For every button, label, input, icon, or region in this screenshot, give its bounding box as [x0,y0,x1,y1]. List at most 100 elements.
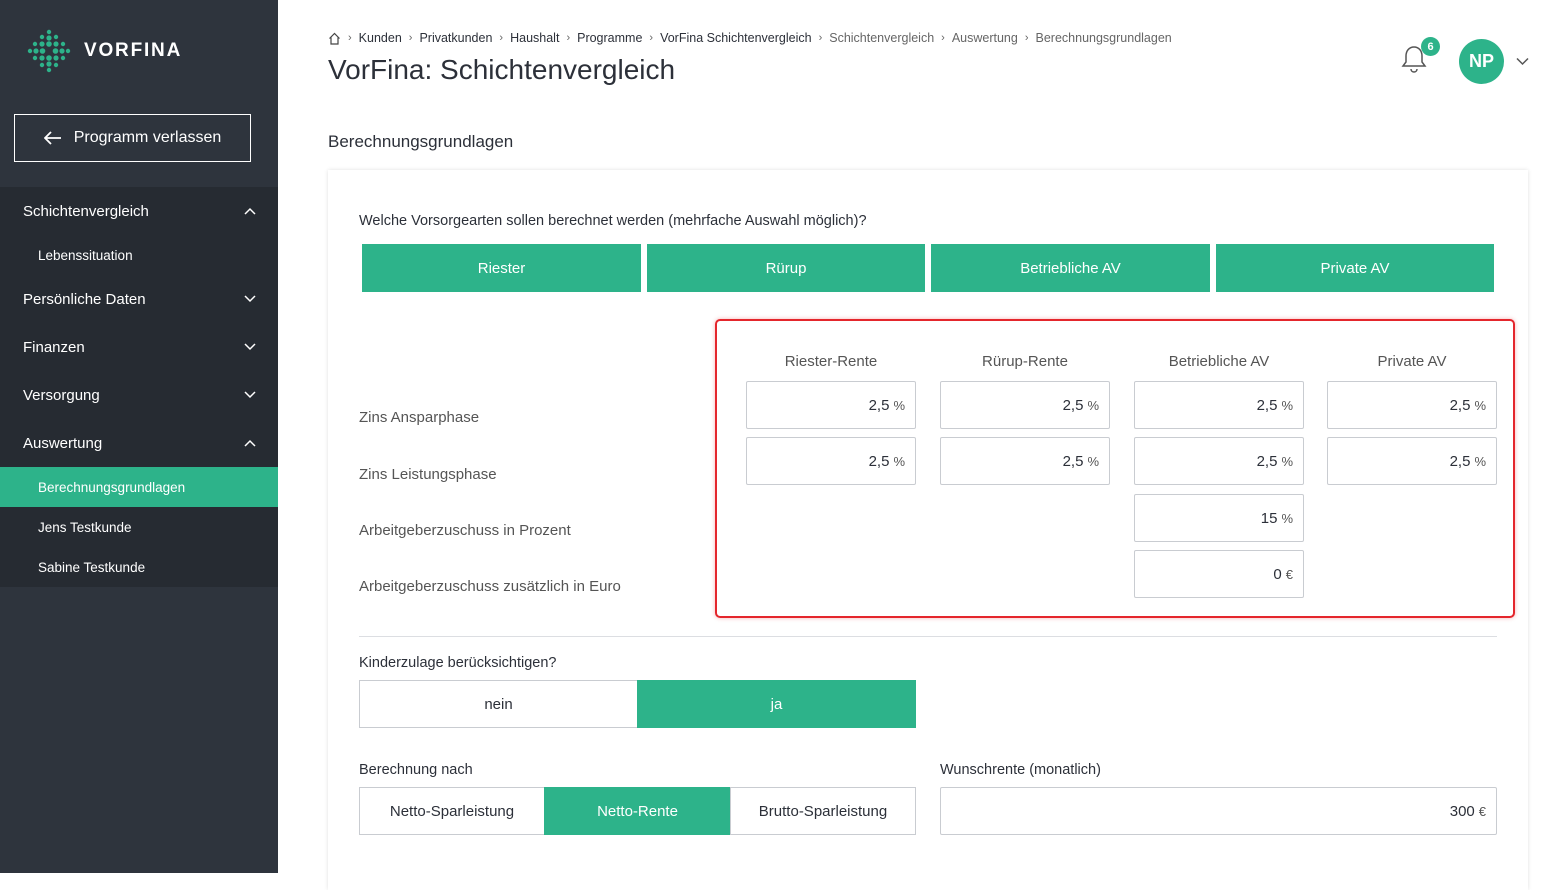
type-button-riester[interactable]: Riester [362,244,641,292]
sidebar: VORFINA Programm verlassen Schichtenverg… [0,0,278,873]
chevron-up-icon [244,207,256,215]
breadcrumb-item[interactable]: Programme [577,31,642,45]
page-title: VorFina: Schichtenvergleich [328,54,676,85]
zins-anspar-bav-input[interactable]: 2,5% [1134,381,1304,429]
chevron-down-icon[interactable] [1516,57,1529,66]
zins-anspar-private-input[interactable]: 2,5% [1327,381,1497,429]
breadcrumb-item-current: Berechnungsgrundlagen [1035,31,1172,45]
type-button-ruerup[interactable]: Rürup [647,244,925,292]
kinderzulage-option-ja[interactable]: ja [637,680,916,728]
field-unit: % [893,453,905,469]
field-value: 2,5 [1062,452,1084,470]
breadcrumb-item[interactable]: Privatkunden [419,31,492,45]
sidebar-item-label: Auswertung [23,434,103,452]
sidebar-item-finanzen[interactable]: Finanzen [0,323,278,371]
sidebar-item-label: Sabine Testkunde [38,559,146,575]
wunschrente-input[interactable]: 300 € [940,787,1497,835]
sidebar-item-auswertung[interactable]: Auswertung [0,419,278,467]
notification-badge: 6 [1421,37,1440,56]
avatar[interactable]: NP [1459,39,1504,84]
field-value: 300 [1449,802,1475,820]
sidebar-item-persoenliche-daten[interactable]: Persönliche Daten [0,275,278,323]
kinderzulage-label: Kinderzulage berücksichtigen? [359,655,557,671]
berechnung-option-brutto-sparleistung[interactable]: Brutto-Sparleistung [730,787,916,835]
sidebar-item-label: Jens Testkunde [38,519,132,535]
wunschrente-label: Wunschrente (monatlich) [940,762,1101,778]
chevron-up-icon [244,439,256,447]
chevron-down-icon [244,391,256,399]
zins-leistung-private-input[interactable]: 2,5% [1327,437,1497,485]
field-value: 0 [1273,565,1282,583]
chevron-down-icon [244,295,256,303]
sidebar-item-jens-testkunde[interactable]: Jens Testkunde [0,507,278,547]
breadcrumb-item[interactable]: Auswertung [952,31,1018,45]
breadcrumb-separator: › [408,32,413,44]
sidebar-item-label: Versorgung [23,386,100,404]
breadcrumb-separator: › [649,32,654,44]
arrow-left-icon [43,131,61,145]
field-value: 15 [1260,509,1278,527]
row-label-zins-leistungsphase: Zins Leistungsphase [359,466,497,483]
divider [359,636,1497,637]
brand-logo[interactable]: VORFINA [26,28,182,74]
sidebar-item-label: Lebenssituation [38,247,133,263]
exit-program-label: Programm verlassen [73,129,222,146]
berechnung-option-netto-rente[interactable]: Netto-Rente [544,787,731,835]
sidebar-item-label: Schichtenvergleich [23,202,149,220]
breadcrumb-separator: › [818,32,823,44]
row-label-ag-euro: Arbeitgeberzuschuss zusätzlich in Euro [359,578,621,595]
field-value: 2,5 [1449,452,1471,470]
vorfina-logo-icon [27,29,71,73]
breadcrumb-item[interactable]: VorFina Schichtenvergleich [660,31,811,45]
breadcrumb-item[interactable]: Haushalt [510,31,559,45]
row-label-zins-ansparphase: Zins Ansparphase [359,409,480,426]
breadcrumb-item[interactable]: Kunden [359,31,402,45]
zins-anspar-riester-input[interactable]: 2,5% [746,381,916,429]
column-header-ruerup: Rürup-Rente [982,353,1068,370]
sidebar-item-sabine-testkunde[interactable]: Sabine Testkunde [0,547,278,587]
field-unit: % [1474,397,1486,413]
field-value: 2,5 [868,396,890,414]
type-button-private-av[interactable]: Private AV [1216,244,1494,292]
field-unit: € [1285,566,1293,582]
zins-anspar-ruerup-input[interactable]: 2,5% [940,381,1110,429]
berechnung-label: Berechnung nach [359,762,473,778]
breadcrumb-separator: › [566,32,571,44]
column-header-private-av: Private AV [1377,353,1447,370]
column-header-riester: Riester-Rente [784,353,878,370]
breadcrumb-item[interactable]: Schichtenvergleich [829,31,934,45]
ag-zuschuss-euro-input[interactable]: 0 € [1134,550,1304,598]
sidebar-item-label: Persönliche Daten [23,290,146,308]
field-unit: % [1281,510,1293,526]
zins-leistung-bav-input[interactable]: 2,5% [1134,437,1304,485]
zins-leistung-riester-input[interactable]: 2,5% [746,437,916,485]
sidebar-item-lebenssituation[interactable]: Lebenssituation [0,235,278,275]
exit-program-button[interactable]: Programm verlassen [14,114,251,162]
sidebar-item-schichtenvergleich[interactable]: Schichtenvergleich [0,187,278,235]
field-unit: % [1474,453,1486,469]
section-title: Berechnungsgrundlagen [328,132,514,151]
field-value: 2,5 [1449,396,1471,414]
berechnung-option-netto-sparleistung[interactable]: Netto-Sparleistung [359,787,545,835]
field-unit: % [1281,453,1293,469]
sidebar-item-versorgung[interactable]: Versorgung [0,371,278,419]
ag-zuschuss-prozent-input[interactable]: 15% [1134,494,1304,542]
breadcrumb-separator: › [348,32,352,44]
sidebar-nav: Schichtenvergleich Lebenssituation Persö… [0,187,278,587]
zins-leistung-ruerup-input[interactable]: 2,5% [940,437,1110,485]
field-unit: € [1478,803,1486,819]
breadcrumb: › Kunden › Privatkunden › Haushalt › Pro… [328,31,1172,45]
field-unit: % [893,397,905,413]
field-value: 2,5 [1062,396,1084,414]
type-button-betriebliche-av[interactable]: Betriebliche AV [931,244,1210,292]
breadcrumb-separator: › [941,32,945,44]
field-unit: % [1087,453,1099,469]
sidebar-item-berechnungsgrundlagen[interactable]: Berechnungsgrundlagen [0,467,278,507]
sidebar-item-label: Finanzen [23,338,85,356]
type-question: Welche Vorsorgearten sollen berechnet we… [359,213,867,229]
home-icon[interactable] [328,32,341,45]
field-value: 2,5 [1256,396,1278,414]
row-label-ag-prozent: Arbeitgeberzuschuss in Prozent [359,522,571,539]
kinderzulage-option-nein[interactable]: nein [359,680,638,728]
breadcrumb-separator: › [499,32,504,44]
